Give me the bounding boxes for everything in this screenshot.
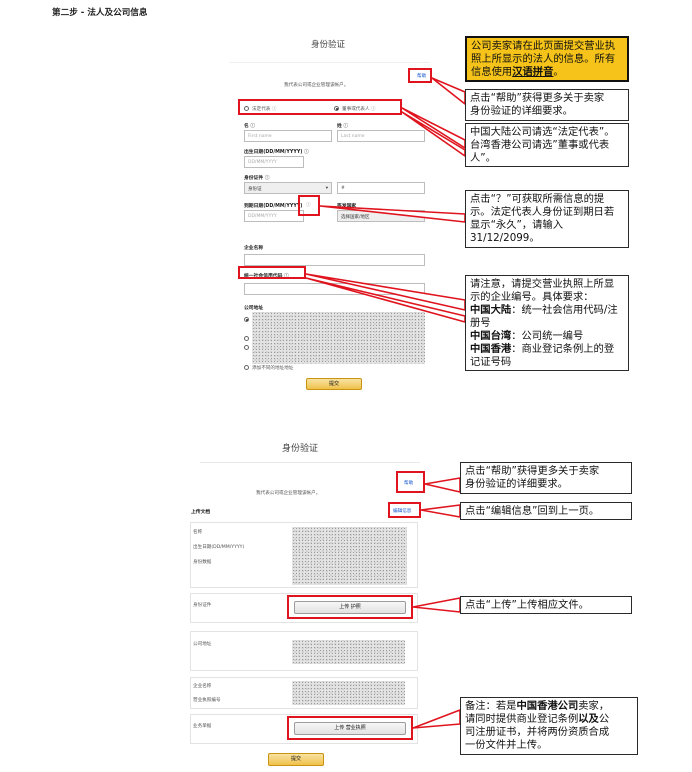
note-callout-edit-info: 点击“编辑信息”回到上一页。 [460, 502, 632, 520]
arrow-help [431, 77, 466, 105]
note-callout-hk-documents: 备注：若是中国香港公司卖家， 请同时提供商业登记条例以及公 司注册证书，并将两份… [460, 697, 638, 755]
arrow-upload-2 [412, 709, 461, 729]
arrow-edit-info [420, 504, 461, 518]
note-callout-question-mark: 点击“？”可获取所需信息的提 示。法定代表人身份证到期日若 显示“永久”，请输入… [465, 190, 629, 248]
arrow-question [319, 205, 466, 223]
arrow-credit-code [305, 273, 466, 311]
arrow-radio [401, 107, 466, 149]
note-callout-help-2: 点击“帮助”获得更多关于卖家 身份验证的详细要求。 [460, 462, 632, 494]
note-callout-radio: 中国大陆公司请选“法定代表”。 台湾香港公司请选”董事或代表 人”。 [465, 123, 629, 167]
note-callout-help: 点击“帮助”获得更多关于卖家 身份验证的详细要求。 [465, 89, 629, 121]
note-callout-company-number: 请注意，请提交营业执照上所显 示的企业编号。具体要求： 中国大陆：统一社会信用代… [465, 275, 629, 371]
arrow-upload [412, 597, 461, 613]
arrow-help-2 [424, 477, 461, 493]
note-callout-upload: 点击“上传”上传相应文件。 [460, 596, 632, 614]
arrow-radio-2 [401, 111, 466, 157]
note-callout-legal-person: 公司卖家请在此页面提交营业执 照上所显示的法人的信息。所有 信息使用汉语拼音。 [465, 36, 629, 82]
